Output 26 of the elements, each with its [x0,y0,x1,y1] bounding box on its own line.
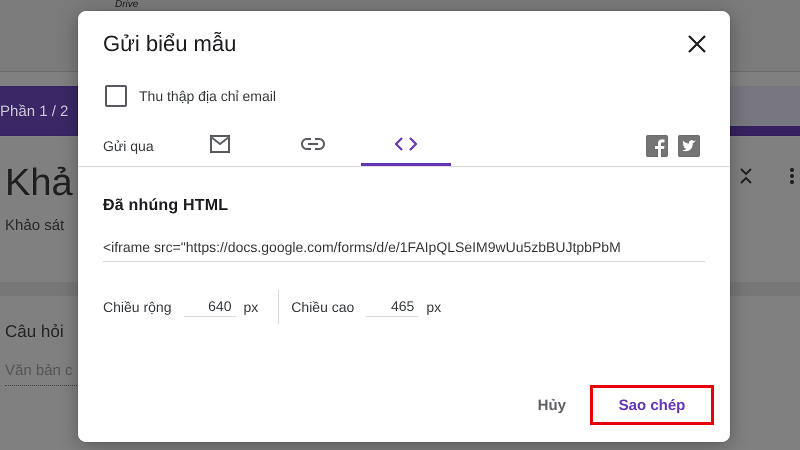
code-icon [395,137,417,151]
facebook-icon[interactable] [646,134,668,156]
mail-icon [209,135,231,153]
cancel-button[interactable]: Hủy [538,386,566,424]
twitter-icon[interactable] [678,134,700,156]
copy-button[interactable]: Sao chép [590,385,714,425]
width-label: Chiều rộng [103,299,172,315]
form-description: Khảo sát [5,217,66,234]
dialog-title: Gửi biểu mẫu [103,31,236,57]
link-icon [301,138,325,150]
send-via-label: Gửi qua [103,138,155,154]
collapse-icon[interactable] [740,168,752,184]
width-unit: px [244,299,258,315]
question-title: Câu hỏi [5,322,64,342]
embed-code-field[interactable]: <iframe src="https://docs.google.com/forms/d/e/1FAIpQLSeIM9wUu5zbBUJtpbPbM [103,239,705,262]
embed-heading: Đã nhúng HTML [103,197,230,215]
section-tab[interactable]: Phần 1 / 2 [0,86,78,136]
form-title: Khả [5,162,73,205]
more-icon[interactable] [790,168,794,184]
height-field[interactable]: 465 [366,298,418,316]
drive-label: Drive [115,0,138,10]
height-label: Chiều cao [291,299,354,315]
width-field[interactable]: 640 [184,298,236,316]
checkbox[interactable] [105,85,127,107]
height-unit: px [426,299,442,315]
checkbox-label: Thu thập địa chỉ email [139,88,276,104]
